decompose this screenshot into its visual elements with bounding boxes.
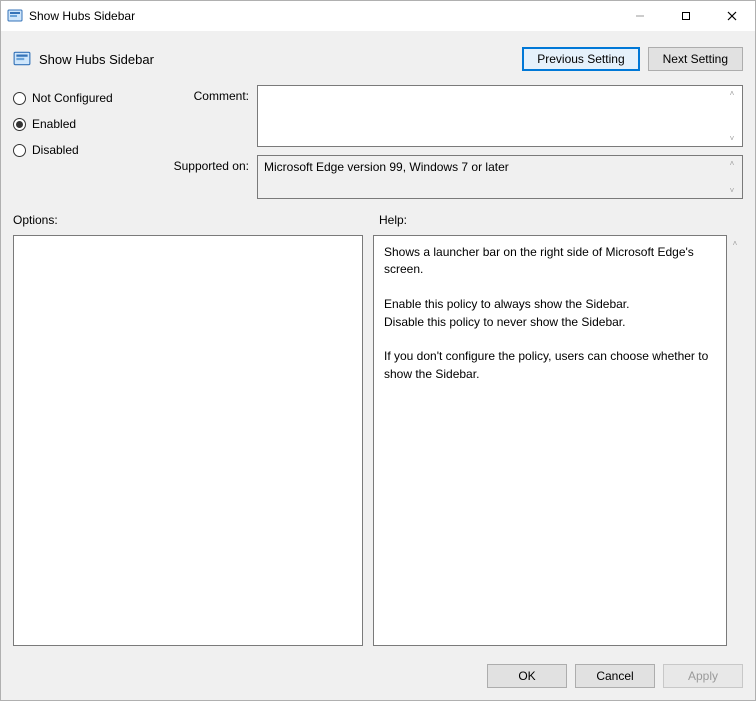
titlebar: Show Hubs Sidebar [1, 1, 755, 31]
supported-label: Supported on: [171, 155, 249, 173]
state-and-fields: Not Configured Enabled Disabled Comment:… [13, 85, 743, 199]
policy-app-icon [7, 8, 23, 24]
radio-not-configured[interactable]: Not Configured [13, 91, 163, 105]
policy-header: Show Hubs Sidebar Previous Setting Next … [13, 41, 743, 77]
radio-label: Enabled [32, 117, 76, 131]
comment-input[interactable]: ˄˅ [257, 85, 743, 147]
chevron-up-icon: ˄ [725, 159, 739, 168]
window-controls [617, 1, 755, 31]
content-area: Show Hubs Sidebar Previous Setting Next … [1, 31, 755, 700]
chevron-up-icon: ˄ [725, 89, 739, 98]
radio-icon [13, 144, 26, 157]
chevron-down-icon: ˅ [725, 186, 739, 195]
radio-label: Not Configured [32, 91, 113, 105]
fields-column: Comment: ˄˅ Supported on: Microsoft Edge… [171, 85, 743, 199]
previous-setting-button[interactable]: Previous Setting [522, 47, 639, 71]
radio-icon [13, 92, 26, 105]
minimize-button[interactable] [617, 1, 663, 31]
options-label: Options: [13, 213, 363, 227]
help-wrap: Shows a launcher bar on the right side o… [373, 235, 743, 646]
help-scroll[interactable]: ˄ [727, 235, 743, 646]
ok-button[interactable]: OK [487, 664, 567, 688]
policy-icon [13, 50, 31, 68]
radio-label: Disabled [32, 143, 79, 157]
cancel-button[interactable]: Cancel [575, 664, 655, 688]
radio-enabled[interactable]: Enabled [13, 117, 163, 131]
supported-scroll[interactable]: ˄˅ [725, 156, 739, 198]
window-title: Show Hubs Sidebar [29, 9, 617, 23]
supported-on-box: Microsoft Edge version 99, Windows 7 or … [257, 155, 743, 199]
maximize-button[interactable] [663, 1, 709, 31]
comment-row: Comment: ˄˅ [171, 85, 743, 147]
next-setting-button[interactable]: Next Setting [648, 47, 743, 71]
chevron-down-icon: ˅ [725, 134, 739, 143]
help-pane: Shows a launcher bar on the right side o… [373, 235, 727, 646]
comment-label: Comment: [171, 85, 249, 103]
state-radio-group: Not Configured Enabled Disabled [13, 85, 163, 199]
supported-row: Supported on: Microsoft Edge version 99,… [171, 155, 743, 199]
radio-icon [13, 118, 26, 131]
panes-row: Shows a launcher bar on the right side o… [13, 235, 743, 646]
apply-button[interactable]: Apply [663, 664, 743, 688]
policy-title: Show Hubs Sidebar [39, 52, 154, 67]
help-label: Help: [373, 213, 743, 227]
options-pane [13, 235, 363, 646]
section-labels: Options: Help: [13, 213, 743, 227]
footer-buttons: OK Cancel Apply [13, 654, 743, 688]
radio-disabled[interactable]: Disabled [13, 143, 163, 157]
comment-scroll[interactable]: ˄˅ [725, 86, 739, 146]
chevron-up-icon: ˄ [727, 239, 743, 248]
policy-editor-window: Show Hubs Sidebar Show Hubs S [0, 0, 756, 701]
close-button[interactable] [709, 1, 755, 31]
supported-value: Microsoft Edge version 99, Windows 7 or … [264, 160, 509, 174]
